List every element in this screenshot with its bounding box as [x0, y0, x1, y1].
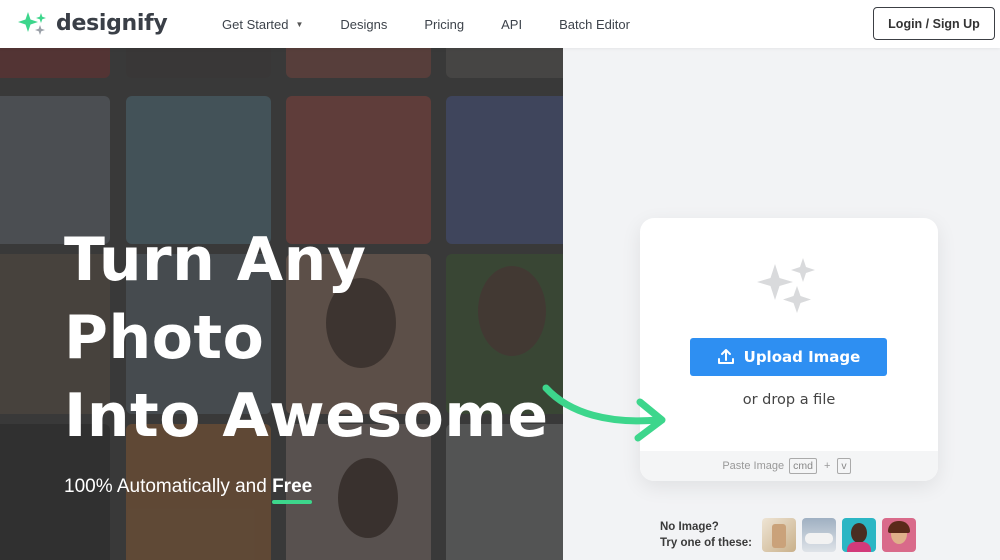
hero-subtitle: 100% Automatically and Free	[64, 476, 313, 504]
nav-batch-editor-label: Batch Editor	[559, 16, 630, 32]
samples-line-1: No Image?	[660, 521, 719, 533]
samples-line-2: Try one of these:	[660, 537, 753, 549]
nav-batch-editor[interactable]: Batch Editor	[559, 17, 630, 32]
hero-title-line-1: Turn Any	[64, 225, 367, 295]
upload-image-label: Upload Image	[743, 348, 861, 366]
free-underline	[272, 500, 313, 504]
paste-image-hint: Paste Image cmd + v	[640, 451, 938, 481]
upload-card[interactable]: Upload Image or drop a file Paste Image …	[640, 218, 938, 481]
nav-get-started-label: Get Started	[222, 16, 289, 32]
hero-subtitle-free: Free	[272, 476, 313, 497]
nav-designs-label: Designs	[340, 16, 388, 32]
sample-thumb-product[interactable]	[762, 518, 797, 552]
sample-thumb-portrait-woman[interactable]	[882, 518, 917, 552]
key-plus: +	[823, 460, 831, 472]
sample-thumb-portrait-man[interactable]	[842, 518, 877, 552]
chevron-down-icon: ▼	[295, 19, 304, 29]
hero-title-line-3: Into Awesome	[64, 381, 549, 451]
paste-image-label: Paste Image	[722, 460, 785, 472]
hero-subtitle-text: 100% Automatically and	[64, 476, 267, 497]
main-nav: Get Started ▼ Designs Pricing API Batch …	[222, 0, 667, 48]
sparkle-icon	[757, 258, 815, 313]
nav-pricing-label: Pricing	[424, 16, 465, 32]
key-v: v	[837, 458, 851, 474]
hero-section: Turn Any Photo Into Awesome 100% Automat…	[0, 48, 563, 560]
sample-thumb-car[interactable]	[802, 518, 837, 552]
key-cmd: cmd	[789, 458, 817, 474]
nav-get-started[interactable]: Get Started ▼	[222, 17, 303, 32]
hero-title-line-2: Photo	[64, 303, 265, 373]
brand-logo[interactable]: designify	[18, 10, 168, 36]
brand-name: designify	[56, 10, 168, 36]
sparkle-logo-icon	[18, 12, 46, 35]
samples-label: No Image? Try one of these:	[660, 519, 752, 551]
arrow-icon	[542, 384, 666, 442]
hero-title: Turn Any Photo Into Awesome	[64, 221, 549, 455]
nav-designs[interactable]: Designs	[340, 17, 387, 32]
upload-icon	[717, 349, 734, 364]
nav-api-label: API	[501, 16, 523, 32]
hero-subtitle-emphasis: Free	[272, 476, 313, 504]
top-header: designify Get Started ▼ Designs Pricing …	[0, 0, 1000, 48]
nav-pricing[interactable]: Pricing	[424, 17, 464, 32]
sample-images: No Image? Try one of these:	[660, 518, 922, 552]
nav-api[interactable]: API	[501, 17, 522, 32]
upload-image-button[interactable]: Upload Image	[690, 338, 887, 376]
login-signup-button[interactable]: Login / Sign Up	[873, 7, 995, 40]
drop-file-text: or drop a file	[742, 392, 836, 408]
